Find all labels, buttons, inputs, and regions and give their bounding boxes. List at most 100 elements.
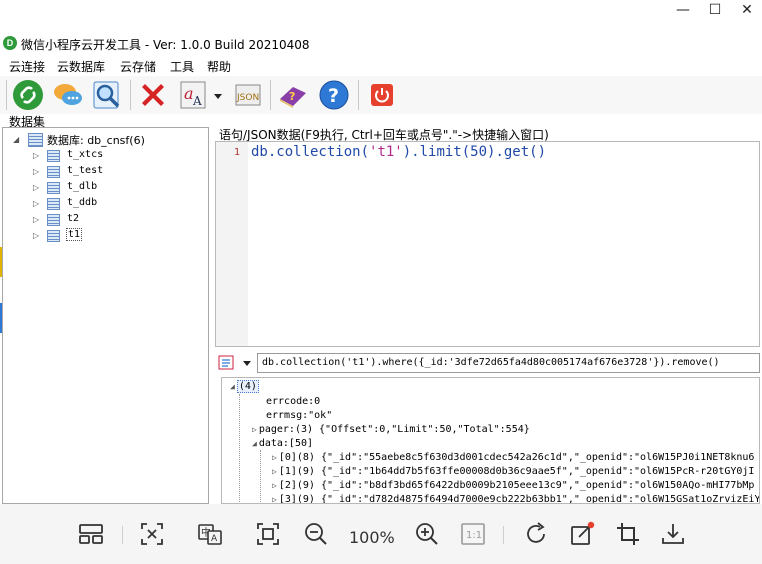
code-suffix: ).limit(50).get() xyxy=(402,144,547,160)
rotate-icon xyxy=(527,522,545,543)
chat-bubbles-icon xyxy=(54,84,82,105)
code-line[interactable]: db.collection('t1').limit(50).get() xyxy=(251,144,546,160)
query-editor[interactable]: 1 db.collection('t1').limit(50).get() xyxy=(215,141,760,347)
expand-icon[interactable]: ▷ xyxy=(33,228,39,244)
download-button[interactable] xyxy=(659,520,687,548)
result-node[interactable]: ▷ [2](9) {"_id":"b8df3bd65f6422db0009b210… xyxy=(272,480,754,494)
collapse-icon[interactable]: ◢ xyxy=(13,132,19,148)
result-node[interactable]: ▷ [1](9) {"_id":"1b64dd7b5f63ffe00008d0b3… xyxy=(272,466,754,480)
table-icon xyxy=(47,198,60,210)
result-node-text: errmsg:"ok" xyxy=(266,410,333,421)
expand-icon[interactable]: ▷ xyxy=(33,180,39,196)
collection-label: t_xtcs xyxy=(67,149,104,160)
download-icon xyxy=(662,524,684,544)
result-node-text: pager:(3) {"Offset":0,"Limit":50,"Total"… xyxy=(258,424,530,435)
history-combobox[interactable]: db.collection('t1').where({_id:'3dfe72d6… xyxy=(257,353,760,373)
toolbar-separator xyxy=(6,80,7,110)
thumbnails-icon xyxy=(79,524,103,544)
result-root[interactable]: ◢ (4) xyxy=(230,380,259,395)
history-icon[interactable] xyxy=(218,355,236,371)
expand-icon[interactable]: ▷ xyxy=(33,196,39,212)
expand-icon[interactable]: ▷ xyxy=(272,453,277,462)
minimize-button[interactable]: — xyxy=(668,0,698,22)
svg-text:A: A xyxy=(211,534,218,544)
help-book-icon: ? xyxy=(280,87,306,108)
expand-icon[interactable]: ▷ xyxy=(33,212,39,228)
zoom-level: 100% xyxy=(349,528,395,547)
help-book-button[interactable]: ? xyxy=(277,79,309,111)
result-node-text: [2](9) {"_id":"b8df3bd65f6422db0009b2105… xyxy=(278,480,755,491)
menu-tools[interactable]: 工具 xyxy=(170,58,194,75)
connect-button[interactable] xyxy=(12,79,44,111)
maximize-button[interactable]: ☐ xyxy=(700,0,730,22)
result-node[interactable]: errmsg:"ok" xyxy=(266,410,332,424)
result-node-text: [0](8) {"_id":"55aebe8c5f630d3d001cdec54… xyxy=(278,452,755,463)
result-tree[interactable]: ◢ (4) errcode:0 errmsg:"ok" ▷ pager:(3) {"… xyxy=(221,377,760,504)
zoom-out-icon xyxy=(305,523,327,545)
result-node[interactable]: errcode:0 xyxy=(266,396,320,410)
expand-icon[interactable]: ▷ xyxy=(33,164,39,180)
search-button[interactable] xyxy=(91,79,123,111)
image-viewer-toolbar: 中A 100% 1:1 xyxy=(0,504,762,564)
fit-window-button[interactable] xyxy=(138,520,166,548)
database-label: 数据库: db_cnsf(6) xyxy=(47,134,145,147)
delete-button[interactable] xyxy=(137,79,169,111)
viewer-separator xyxy=(122,526,123,544)
line-gutter: 1 xyxy=(216,142,248,346)
svg-text:?: ? xyxy=(328,85,339,107)
code-string: 't1' xyxy=(369,144,403,160)
tree-guide xyxy=(260,450,261,503)
result-node-text: errcode:0 xyxy=(266,396,321,407)
menu-cloud-storage[interactable]: 云存储 xyxy=(120,58,156,75)
toolbar-separator xyxy=(130,80,131,110)
font-button[interactable]: aA xyxy=(178,79,210,111)
menu-cloud-database[interactable]: 云数据库 xyxy=(57,58,105,75)
history-row: db.collection('t1').where({_id:'3dfe72d6… xyxy=(215,353,760,373)
svg-text:A: A xyxy=(192,94,202,108)
menu-cloud-connect[interactable]: 云连接 xyxy=(9,58,45,75)
close-button[interactable]: ✕ xyxy=(732,0,762,22)
expand-icon[interactable]: ▷ xyxy=(272,495,277,503)
table-icon xyxy=(47,214,60,226)
menu-bar: 云连接 云数据库 云存储 工具 帮助 xyxy=(0,56,762,76)
expand-icon[interactable]: ▷ xyxy=(272,467,277,476)
chevron-down-icon[interactable] xyxy=(241,357,253,369)
database-tree[interactable]: ◢ 数据库: db_cnsf(6) ▷ t_xtcs ▷ t_test ▷ t_… xyxy=(2,127,209,504)
crop-icon xyxy=(617,523,639,545)
red-x-icon xyxy=(142,84,164,106)
zoom-in-button[interactable] xyxy=(413,520,441,548)
code-prefix: db.collection( xyxy=(251,144,370,160)
result-node[interactable]: ▷ [0](8) {"_id":"55aebe8c5f630d3d001cdec5… xyxy=(272,452,754,466)
collapse-icon[interactable]: ◢ xyxy=(252,439,257,448)
translate-button[interactable]: 中A xyxy=(196,520,224,548)
font-dropdown-arrow[interactable] xyxy=(213,79,223,111)
expand-icon[interactable]: ▷ xyxy=(252,425,257,434)
rotate-button[interactable] xyxy=(522,520,550,548)
result-node[interactable]: ▷ pager:(3) {"Offset":0,"Limit":50,"Total… xyxy=(252,424,530,438)
crop-button[interactable] xyxy=(614,520,642,548)
menu-help[interactable]: 帮助 xyxy=(207,58,231,75)
json-button[interactable]: JSON xyxy=(232,79,264,111)
viewer-separator xyxy=(503,526,504,544)
toolbar-separator xyxy=(270,80,271,110)
result-node[interactable]: ◢ data:[50] xyxy=(252,438,313,452)
one-to-one-button[interactable]: 1:1 xyxy=(459,520,487,548)
zoom-out-button[interactable] xyxy=(302,520,330,548)
help-button[interactable]: ? xyxy=(318,79,350,111)
edit-icon xyxy=(571,521,595,545)
thumbnails-button[interactable] xyxy=(77,520,105,548)
collection-label: t2 xyxy=(67,213,80,224)
expand-icon[interactable]: ▷ xyxy=(272,481,277,490)
edit-button[interactable] xyxy=(568,520,596,548)
collapse-icon[interactable]: ◢ xyxy=(230,382,235,391)
power-button[interactable] xyxy=(366,79,398,111)
app-title: 微信小程序云开发工具 - Ver: 1.0.0 Build 20210408 xyxy=(21,38,310,52)
chat-button[interactable] xyxy=(52,79,84,111)
result-node[interactable]: ▷ [3](9) {"_id":"d782d4875f6494d7000e9cb2… xyxy=(272,494,759,503)
tree-guide xyxy=(239,394,240,503)
app-logo-icon: D xyxy=(3,36,17,50)
expand-icon[interactable]: ▷ xyxy=(33,148,39,164)
translate-icon: 中A xyxy=(198,524,222,545)
question-icon: ? xyxy=(319,80,349,110)
actual-size-button[interactable] xyxy=(254,520,282,548)
